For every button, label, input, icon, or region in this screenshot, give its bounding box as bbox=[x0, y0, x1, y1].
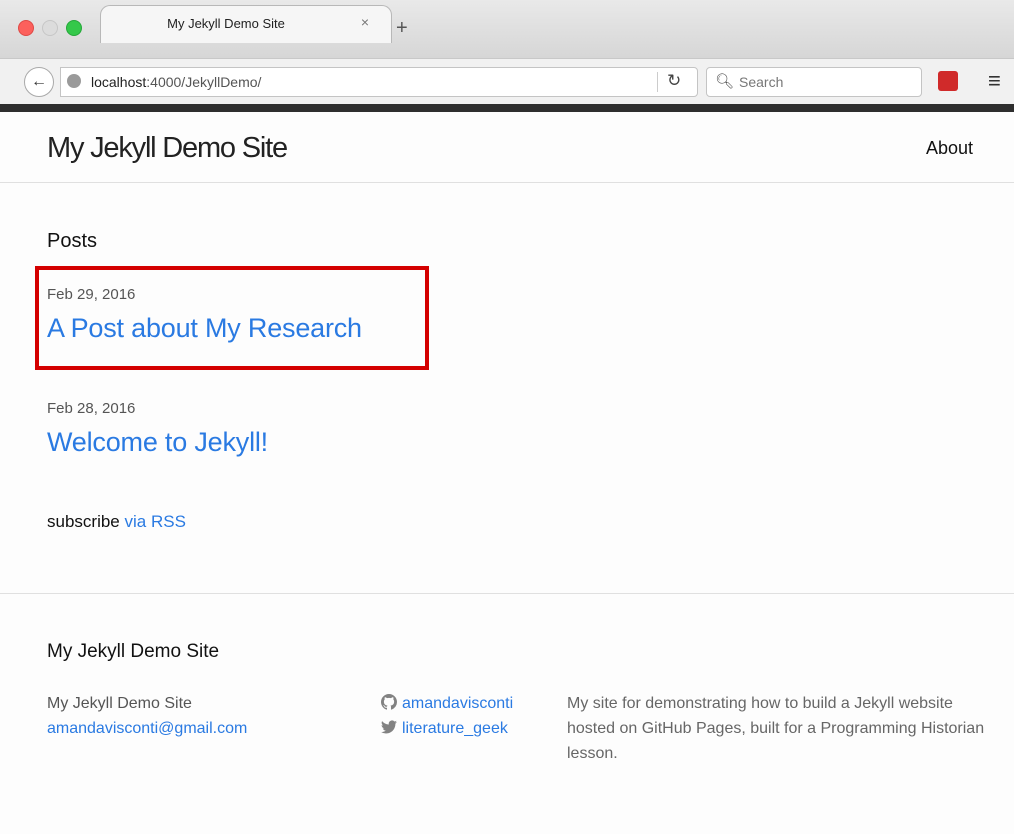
twitter-username: literature_geek bbox=[402, 720, 508, 737]
window-close-button[interactable] bbox=[18, 20, 34, 36]
site-footer: My Jekyll Demo Site My Jekyll Demo Site … bbox=[0, 593, 1014, 834]
site-header: My Jekyll Demo Site About bbox=[0, 112, 1014, 183]
github-icon bbox=[381, 694, 397, 710]
tab-close-icon[interactable]: × bbox=[361, 14, 369, 30]
rss-link[interactable]: via RSS bbox=[125, 512, 186, 531]
footer-heading: My Jekyll Demo Site bbox=[47, 641, 220, 662]
site-title[interactable]: My Jekyll Demo Site bbox=[47, 132, 288, 165]
window-minimize-button[interactable] bbox=[42, 20, 58, 36]
github-username: amandavisconti bbox=[402, 695, 514, 712]
twitter-icon bbox=[381, 720, 397, 734]
url-text: localhost:4000/JekyllDemo/ bbox=[91, 74, 262, 90]
footer-email-link[interactable]: amandavisconti@gmail.com bbox=[47, 716, 247, 741]
post-title-link[interactable]: Welcome to Jekyll! bbox=[47, 427, 268, 458]
footer-contact: My Jekyll Demo Site amandavisconti@gmail… bbox=[47, 691, 247, 741]
search-placeholder: Search bbox=[739, 74, 784, 90]
footer-description: My site for demonstrating how to build a… bbox=[567, 695, 985, 762]
tab-title: My Jekyll Demo Site bbox=[167, 16, 285, 31]
window-maximize-button[interactable] bbox=[66, 20, 82, 36]
nav-about-link[interactable]: About bbox=[926, 138, 973, 159]
posts-heading: Posts bbox=[47, 230, 98, 252]
address-bar[interactable]: localhost:4000/JekyllDemo/ ↻ bbox=[60, 67, 698, 97]
highlight-box bbox=[35, 266, 429, 370]
subscribe-line: subscribe via RSS bbox=[47, 512, 186, 532]
footer-name: My Jekyll Demo Site bbox=[47, 695, 192, 712]
browser-titlebar: My Jekyll Demo Site × + bbox=[0, 0, 1014, 58]
post-item: Feb 28, 2016 Welcome to Jekyll! bbox=[47, 400, 268, 458]
new-tab-button[interactable]: + bbox=[396, 18, 408, 38]
post-date: Feb 28, 2016 bbox=[47, 400, 136, 417]
twitter-link[interactable]: literature_geek bbox=[381, 716, 513, 741]
browser-navbar: ← localhost:4000/JekyllDemo/ ↻ 🔍︎ Search… bbox=[0, 58, 1014, 105]
back-arrow-icon: ← bbox=[31, 73, 47, 90]
reload-icon[interactable]: ↻ bbox=[667, 71, 681, 91]
search-box[interactable]: 🔍︎ Search bbox=[706, 67, 922, 97]
globe-icon bbox=[67, 74, 81, 88]
url-separator bbox=[657, 72, 658, 92]
hamburger-menu-icon[interactable]: ≡ bbox=[988, 68, 1001, 94]
back-button[interactable]: ← bbox=[24, 67, 54, 97]
github-link[interactable]: amandavisconti bbox=[381, 691, 513, 716]
footer-social: amandavisconti literature_geek bbox=[381, 691, 513, 741]
subscribe-label: subscribe bbox=[47, 512, 120, 531]
search-icon: 🔍︎ bbox=[715, 73, 735, 90]
chrome-divider bbox=[0, 104, 1014, 112]
browser-tab[interactable]: My Jekyll Demo Site × bbox=[100, 5, 392, 43]
extension-icon[interactable] bbox=[938, 71, 958, 91]
